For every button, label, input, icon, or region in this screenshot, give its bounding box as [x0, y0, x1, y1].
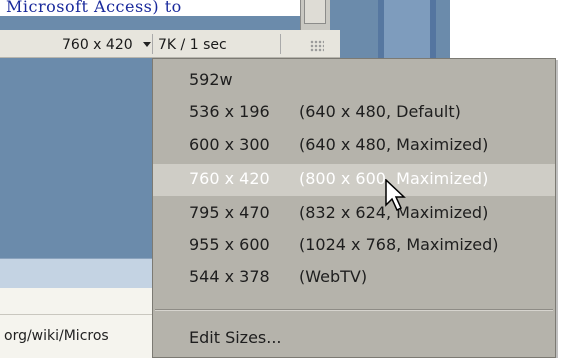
menu-item-size[interactable]: 600 x 300 (640 x 480, Maximized) [153, 130, 555, 162]
menu-item-dimensions: 544 x 378 [189, 267, 270, 286]
menu-item-description: (WebTV) [299, 267, 368, 286]
edit-sizes-menu-item[interactable]: Edit Sizes... [153, 323, 555, 355]
mouse-pointer-icon [385, 179, 406, 212]
menu-item-description: (640 x 480, Maximized) [299, 135, 489, 154]
menu-item-size[interactable]: 955 x 600 (1024 x 768, Maximized) [153, 230, 555, 262]
status-divider [280, 34, 281, 54]
window-size-selector[interactable]: 760 x 420 [62, 37, 133, 53]
download-stats: 7K / 1 sec [158, 37, 227, 53]
document-text-strip: Microsoft Access) to [0, 0, 300, 16]
properties-panel-header [0, 258, 160, 288]
menu-item-dimensions: 536 x 196 [189, 102, 270, 121]
menu-item-dimensions: 955 x 600 [189, 235, 270, 254]
menu-item-size[interactable]: 592w [153, 65, 555, 97]
resize-grip-icon[interactable] [310, 40, 324, 52]
menu-item-description: (1024 x 768, Maximized) [299, 235, 499, 254]
edit-sizes-label: Edit Sizes... [189, 328, 282, 347]
status-divider [152, 34, 153, 54]
status-bar: 760 x 420 7K / 1 sec [0, 30, 340, 58]
menu-item-dimensions: 795 x 470 [189, 203, 270, 222]
menu-item-dimensions: 760 x 420 [189, 169, 270, 188]
scrollbar-thumb[interactable] [304, 0, 326, 24]
url-text: org/wiki/Micros [4, 328, 109, 344]
menu-item-size-selected[interactable]: 760 x 420 (800 x 600, Maximized) [153, 164, 555, 196]
address-panel: org/wiki/Micros [0, 288, 160, 358]
menu-item-size[interactable]: 795 x 470 (832 x 624, Maximized) [153, 198, 555, 230]
window-size-menu: 592w 536 x 196 (640 x 480, Default) 600 … [152, 58, 556, 358]
chevron-down-icon[interactable] [143, 42, 151, 47]
menu-separator-highlight [155, 310, 553, 311]
menu-item-size[interactable]: 544 x 378 (WebTV) [153, 262, 555, 294]
menu-item-dimensions: 592w [189, 70, 233, 89]
menu-item-dimensions: 600 x 300 [189, 135, 270, 154]
divider [0, 314, 160, 315]
document-snippet: Microsoft Access) to [6, 0, 182, 16]
menu-item-description: (640 x 480, Default) [299, 102, 461, 121]
menu-item-size[interactable]: 536 x 196 (640 x 480, Default) [153, 97, 555, 129]
